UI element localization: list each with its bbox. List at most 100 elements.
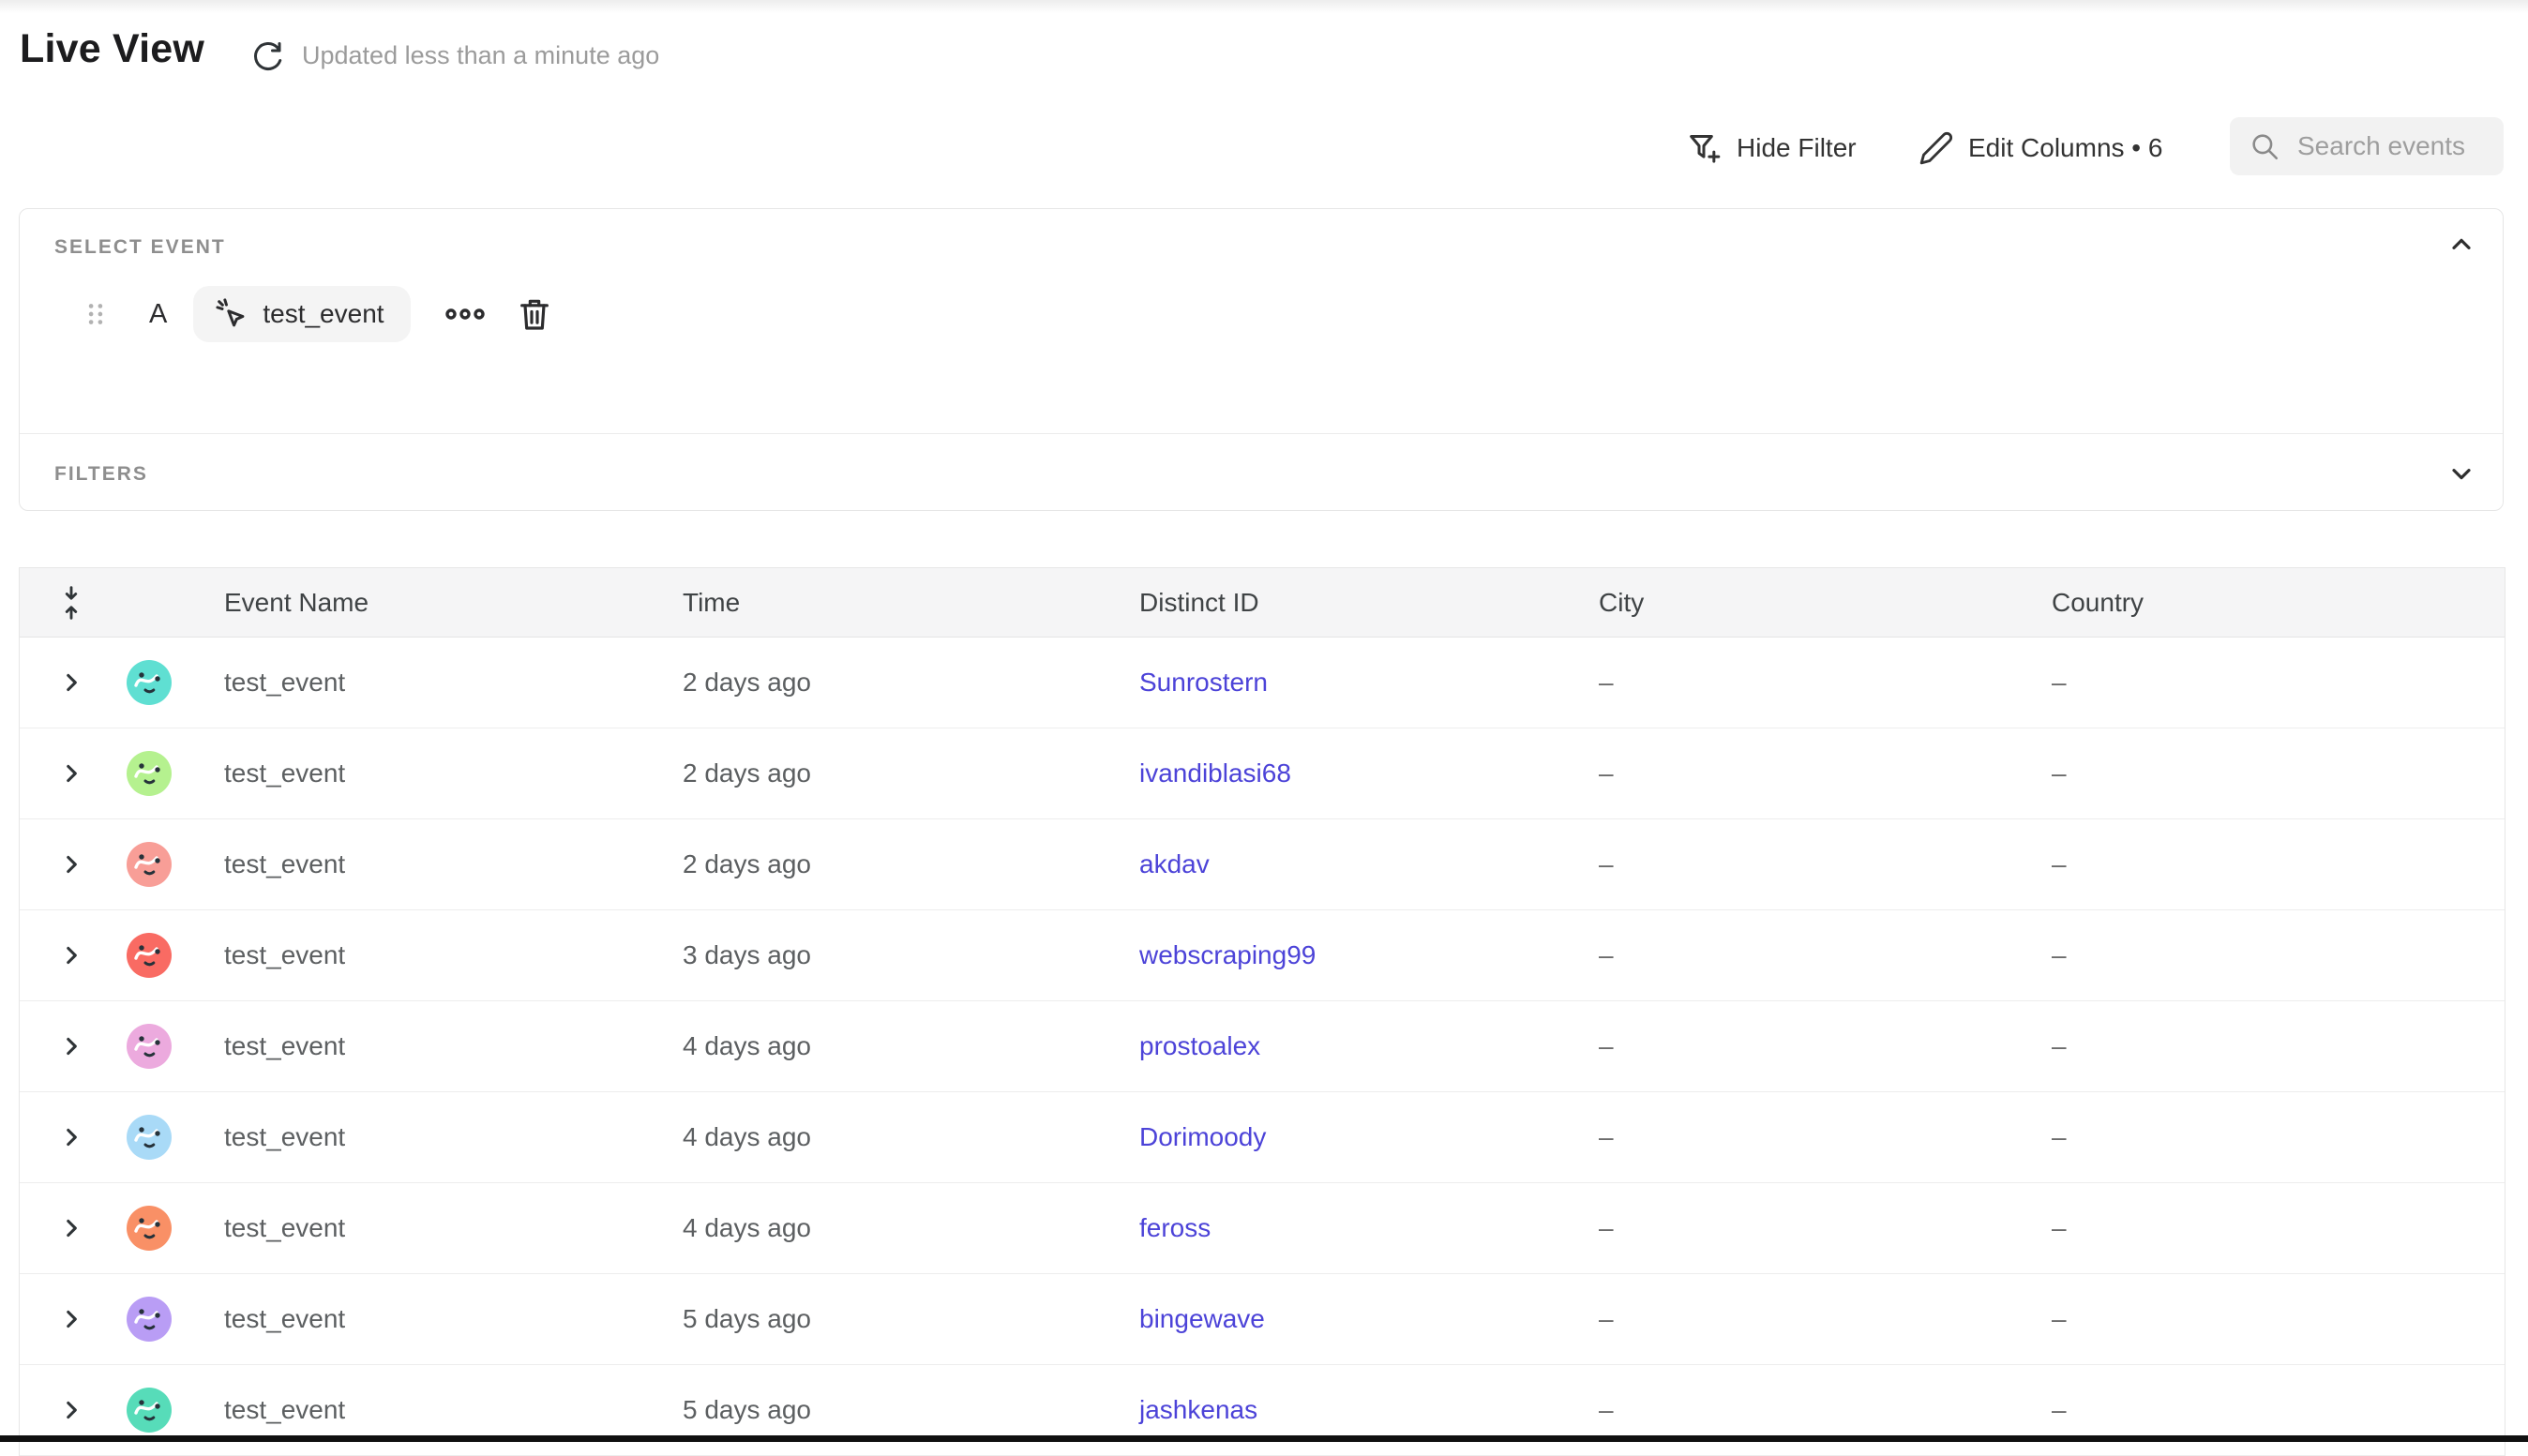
row-expander-button[interactable] bbox=[53, 1118, 90, 1156]
distinct-id-link[interactable]: Dorimoody bbox=[1139, 1122, 1266, 1151]
filter-plus-icon bbox=[1685, 129, 1723, 167]
event-chip-label: test_event bbox=[263, 299, 384, 329]
delete-event-button[interactable] bbox=[514, 293, 555, 335]
refresh-button[interactable] bbox=[249, 38, 287, 75]
avatar[interactable] bbox=[127, 751, 172, 796]
pencil-icon bbox=[1919, 130, 1954, 166]
edit-columns-button[interactable]: Edit Columns • 6 bbox=[1919, 122, 2162, 174]
chevron-right-icon bbox=[59, 670, 83, 695]
search-box[interactable] bbox=[2230, 117, 2504, 175]
chevron-up-icon bbox=[2446, 230, 2476, 260]
table-row: test_event 4 days ago feross – – bbox=[20, 1183, 2505, 1274]
search-icon bbox=[2249, 130, 2280, 162]
avatar[interactable] bbox=[127, 1115, 172, 1160]
row-expander-button[interactable] bbox=[53, 1300, 90, 1338]
drag-handle-icon[interactable] bbox=[85, 301, 106, 327]
distinct-id-link[interactable]: jashkenas bbox=[1139, 1395, 1257, 1424]
chevron-right-icon bbox=[59, 1125, 83, 1149]
event-options-button[interactable] bbox=[444, 295, 486, 333]
avatar[interactable] bbox=[127, 1388, 172, 1433]
event-name-cell: test_event bbox=[224, 1031, 683, 1061]
event-name-cell: test_event bbox=[224, 1304, 683, 1334]
column-header-distinct-id: Distinct ID bbox=[1139, 588, 1599, 618]
distinct-id-link[interactable]: webscraping99 bbox=[1139, 940, 1316, 969]
row-expander-button[interactable] bbox=[53, 846, 90, 883]
distinct-id-link[interactable]: Sunrostern bbox=[1139, 668, 1268, 697]
table-row: test_event 5 days ago jashkenas – – bbox=[20, 1365, 2505, 1456]
city-cell: – bbox=[1599, 1122, 2052, 1152]
time-cell: 5 days ago bbox=[683, 1395, 1139, 1425]
event-name-cell: test_event bbox=[224, 1213, 683, 1243]
distinct-id-link[interactable]: ivandiblasi68 bbox=[1139, 758, 1291, 788]
table-row: test_event 2 days ago Sunrostern – – bbox=[20, 638, 2505, 728]
table-row: test_event 4 days ago Dorimoody – – bbox=[20, 1092, 2505, 1183]
row-expander-button[interactable] bbox=[53, 664, 90, 701]
chevron-right-icon bbox=[59, 1307, 83, 1331]
table-row: test_event 4 days ago prostoalex – – bbox=[20, 1001, 2505, 1092]
chevron-right-icon bbox=[59, 852, 83, 877]
time-cell: 2 days ago bbox=[683, 758, 1139, 788]
row-expander-button[interactable] bbox=[53, 1028, 90, 1065]
event-name-cell: test_event bbox=[224, 1122, 683, 1152]
chevron-right-icon bbox=[59, 1216, 83, 1240]
country-cell: – bbox=[2052, 1395, 2506, 1425]
avatar[interactable] bbox=[127, 933, 172, 978]
time-cell: 4 days ago bbox=[683, 1213, 1139, 1243]
time-cell: 4 days ago bbox=[683, 1122, 1139, 1152]
distinct-id-link[interactable]: akdav bbox=[1139, 849, 1210, 878]
country-cell: – bbox=[2052, 1031, 2506, 1061]
avatar[interactable] bbox=[127, 660, 172, 705]
time-cell: 2 days ago bbox=[683, 849, 1139, 879]
expand-filters-button[interactable] bbox=[2445, 457, 2478, 490]
row-expander-button[interactable] bbox=[53, 755, 90, 792]
chevron-right-icon bbox=[59, 943, 83, 968]
city-cell: – bbox=[1599, 1395, 2052, 1425]
event-name-cell: test_event bbox=[224, 1395, 683, 1425]
avatar[interactable] bbox=[127, 1024, 172, 1069]
column-header-city: City bbox=[1599, 588, 2052, 618]
distinct-id-link[interactable]: feross bbox=[1139, 1213, 1211, 1242]
clause-letter: A bbox=[149, 299, 167, 330]
city-cell: – bbox=[1599, 849, 2052, 879]
row-expander-button[interactable] bbox=[53, 1209, 90, 1247]
collapse-select-event-button[interactable] bbox=[2445, 228, 2478, 262]
city-cell: – bbox=[1599, 1213, 2052, 1243]
distinct-id-link[interactable]: prostoalex bbox=[1139, 1031, 1260, 1060]
column-header-event-name: Event Name bbox=[224, 588, 683, 618]
hide-filter-button[interactable]: Hide Filter bbox=[1685, 122, 1857, 174]
query-panel: SELECT EVENT A test_event bbox=[19, 208, 2504, 511]
chevron-right-icon bbox=[59, 1398, 83, 1422]
chevron-down-icon bbox=[2446, 458, 2476, 488]
table-body: test_event 2 days ago Sunrostern – – bbox=[20, 638, 2505, 1456]
table-row: test_event 2 days ago ivandiblasi68 – – bbox=[20, 728, 2505, 819]
city-cell: – bbox=[1599, 940, 2052, 970]
city-cell: – bbox=[1599, 1304, 2052, 1334]
avatar[interactable] bbox=[127, 1297, 172, 1342]
table-row: test_event 3 days ago webscraping99 – – bbox=[20, 910, 2505, 1001]
country-cell: – bbox=[2052, 1213, 2506, 1243]
row-expander-button[interactable] bbox=[53, 1391, 90, 1429]
search-input[interactable] bbox=[2295, 130, 2496, 162]
row-expander-button[interactable] bbox=[53, 937, 90, 974]
trash-icon bbox=[516, 295, 553, 333]
bottom-edge-bar bbox=[0, 1435, 2528, 1442]
event-chip[interactable]: test_event bbox=[193, 286, 410, 342]
event-name-cell: test_event bbox=[224, 758, 683, 788]
column-header-country: Country bbox=[2052, 588, 2506, 618]
filters-section-row[interactable]: FILTERS bbox=[20, 434, 2503, 512]
chevron-right-icon bbox=[59, 1034, 83, 1058]
table-row: test_event 5 days ago bingewave – – bbox=[20, 1274, 2505, 1365]
time-cell: 4 days ago bbox=[683, 1031, 1139, 1061]
distinct-id-link[interactable]: bingewave bbox=[1139, 1304, 1265, 1333]
select-event-label: SELECT EVENT bbox=[54, 236, 226, 259]
avatar[interactable] bbox=[127, 842, 172, 887]
city-cell: – bbox=[1599, 668, 2052, 698]
filters-label: FILTERS bbox=[54, 463, 148, 486]
country-cell: – bbox=[2052, 940, 2506, 970]
country-cell: – bbox=[2052, 758, 2506, 788]
collapse-rows-button[interactable] bbox=[51, 582, 92, 623]
click-cursor-icon bbox=[214, 296, 249, 332]
time-cell: 2 days ago bbox=[683, 668, 1139, 698]
avatar[interactable] bbox=[127, 1206, 172, 1251]
chevron-right-icon bbox=[59, 761, 83, 786]
